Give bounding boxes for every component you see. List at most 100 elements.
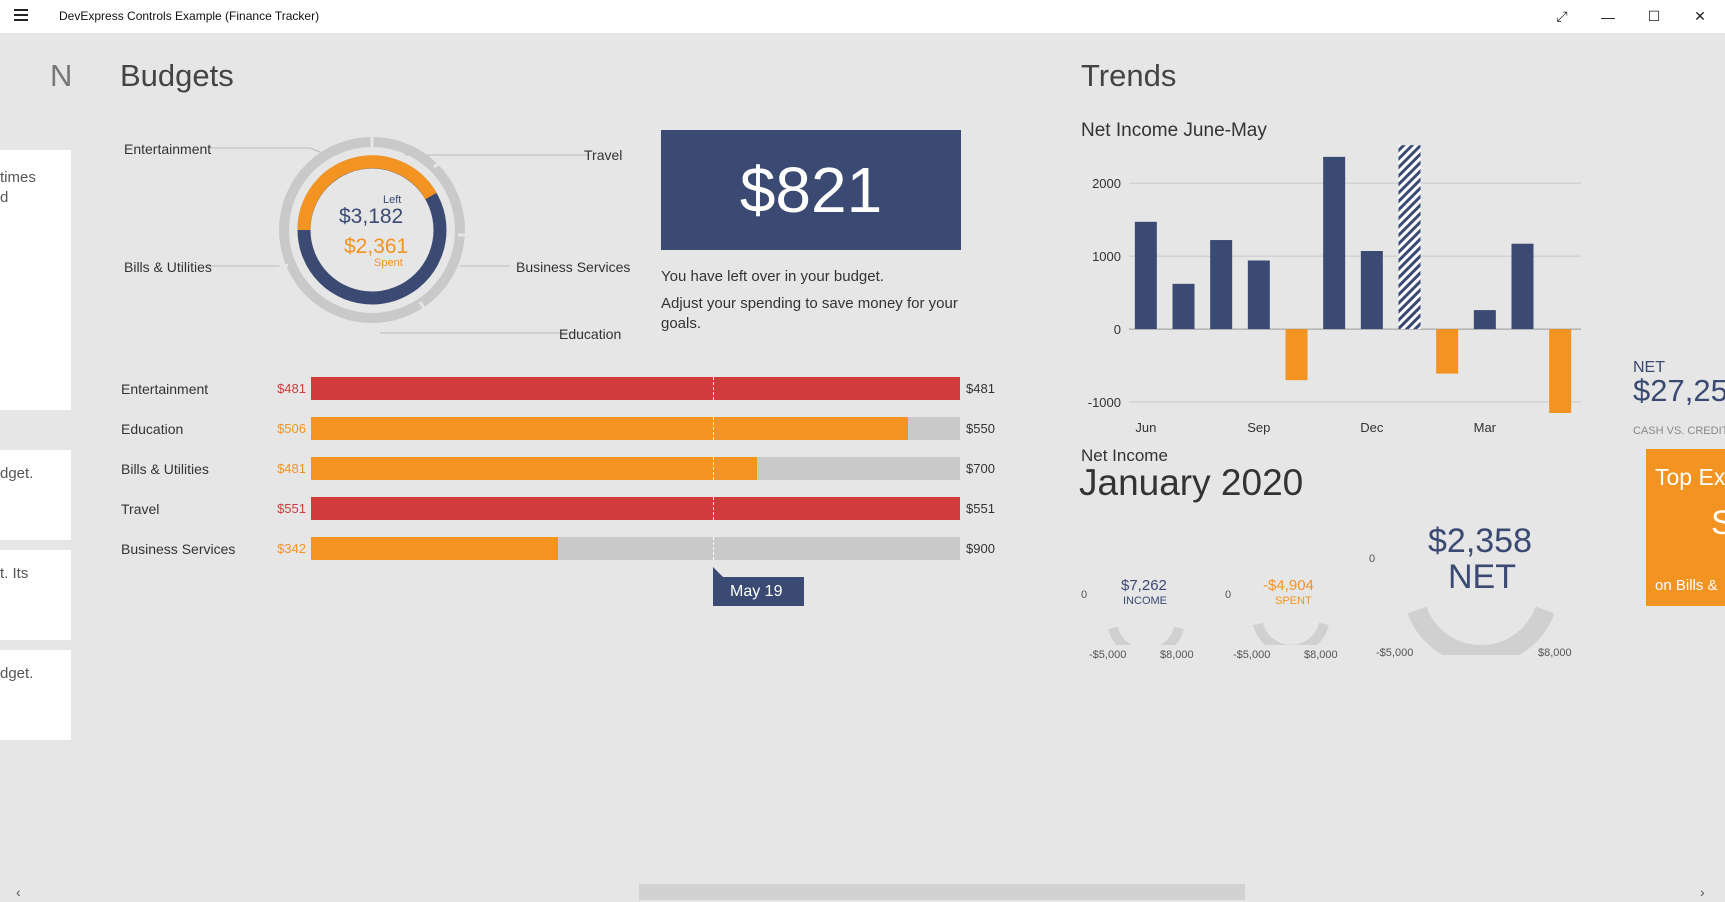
minimize-button[interactable]: — [1585, 0, 1631, 33]
net-gauge-min: -$5,000 [1376, 647, 1414, 659]
budget-bar-fill [311, 377, 960, 400]
leftover-line1: You have left over in your budget. [661, 268, 884, 285]
bar-apr[interactable] [1511, 243, 1534, 330]
budget-bar-limit: $551 [966, 501, 995, 516]
spent-label: SPENT [1275, 595, 1312, 607]
bar-dec[interactable] [1360, 251, 1383, 330]
left-panel-letter: N [50, 58, 73, 93]
today-line [713, 537, 715, 560]
bar-sep[interactable] [1247, 260, 1270, 330]
window-title: DevExpress Controls Example (Finance Tra… [59, 9, 320, 23]
trends-heading: Trends [1081, 58, 1177, 93]
bar-jun[interactable] [1134, 221, 1157, 330]
budget-bar-spent: $342 [277, 541, 306, 556]
scroll-left-icon[interactable]: ‹ [16, 884, 21, 900]
spent-gauge-zero: 0 [1225, 589, 1232, 601]
today-line [713, 457, 715, 480]
donut-spent-label: Spent [374, 257, 403, 269]
bar-mar[interactable] [1473, 310, 1496, 330]
y-tick-label: 0 [1114, 322, 1121, 337]
spent-value: -$4,904 [1263, 577, 1314, 594]
budget-bar-spent: $551 [277, 501, 306, 516]
donut-spent-value: $2,361 [344, 235, 409, 258]
leftover-line2: Adjust your spending to save money for y… [661, 295, 958, 332]
today-line [713, 497, 715, 520]
donut-callout-entertainment: Entertainment [124, 141, 212, 157]
budget-bar-label: Entertainment [121, 381, 209, 397]
left-card-2[interactable]: dget. [0, 450, 71, 540]
hamburger-menu-icon[interactable] [14, 9, 28, 21]
budget-bar-track [311, 537, 960, 560]
x-tick-label: Dec [1360, 420, 1384, 435]
top-expense-title: Top Ex [1655, 464, 1725, 490]
left-card-3-text: t. Its [0, 565, 29, 582]
leftover-summary-box: $821 [661, 130, 961, 250]
left-card-4[interactable]: dget. [0, 650, 71, 740]
left-card-4-text: dget. [0, 665, 34, 682]
donut-callout-education: Education [559, 326, 622, 342]
scroll-right-icon[interactable]: › [1700, 884, 1705, 900]
bar-jul[interactable] [1172, 283, 1195, 330]
budget-bar-track [311, 417, 960, 440]
budget-bar-limit: $550 [966, 421, 995, 436]
bar-oct[interactable] [1285, 329, 1308, 381]
today-marker: May 19 [713, 567, 804, 606]
bar-nov[interactable] [1323, 156, 1346, 330]
budget-bar-fill [311, 537, 558, 560]
donut-callout-bills: Bills & Utilities [124, 259, 212, 275]
net-gauge-zero: 0 [1369, 553, 1376, 565]
budget-bar-label: Bills & Utilities [121, 461, 209, 477]
budgets-heading: Budgets [120, 58, 234, 93]
budget-bar-fill [311, 417, 909, 440]
y-tick-label: -1000 [1088, 395, 1121, 410]
bar-aug[interactable] [1210, 240, 1233, 330]
income-value: $7,262 [1121, 577, 1167, 594]
x-tick-label: Sep [1247, 420, 1270, 435]
income-gauge-zero: 0 [1081, 589, 1088, 601]
top-expense-amount: S [1711, 504, 1725, 542]
budget-bar-track [311, 457, 960, 480]
x-tick-label: Mar [1474, 420, 1497, 435]
budget-bar-spent: $506 [277, 421, 306, 436]
budget-bar-spent: $481 [277, 381, 306, 396]
net-gauge-max: $8,000 [1538, 647, 1572, 659]
left-card-1-text: times d [0, 169, 36, 206]
today-line [713, 377, 715, 400]
budget-bar-fill [311, 457, 757, 480]
net-income-period: January 2020 [1079, 462, 1304, 503]
net-label: NET [1448, 558, 1516, 596]
left-card-3[interactable]: t. Its [0, 550, 71, 640]
spent-gauge-min: -$5,000 [1233, 649, 1271, 661]
donut-callout-business: Business Services [516, 259, 631, 275]
top-expense-sub: on Bills & [1655, 577, 1718, 594]
right-net-value: $27,25 [1633, 373, 1725, 408]
maximize-button[interactable]: ☐ [1631, 0, 1677, 33]
leftover-amount: $821 [739, 154, 883, 226]
donut-callout-travel: Travel [584, 147, 623, 163]
left-card-2-text: dget. [0, 465, 34, 482]
budget-bar-spent: $481 [277, 461, 306, 476]
budget-bar-limit: $700 [966, 461, 995, 476]
bar-may[interactable] [1549, 329, 1572, 413]
budget-bar-label: Education [121, 421, 184, 437]
budget-bar-fill [311, 497, 960, 520]
bar-feb[interactable] [1436, 329, 1459, 374]
donut-left-value: $3,182 [339, 205, 404, 228]
left-card-1[interactable]: times d [0, 150, 71, 410]
budget-bar-track [311, 497, 960, 520]
bar-jan[interactable] [1398, 145, 1421, 330]
cash-vs-credit-label: CASH VS. CREDIT [1633, 425, 1725, 437]
scrollbar-thumb[interactable] [639, 884, 1245, 900]
spent-gauge-max: $8,000 [1304, 649, 1338, 661]
net-value: $2,358 [1428, 522, 1532, 560]
income-label: INCOME [1123, 595, 1167, 607]
budget-bar-limit: $900 [966, 541, 995, 556]
horizontal-scrollbar[interactable]: ‹ › [0, 884, 1725, 902]
today-line [713, 417, 715, 440]
net-income-bar-chart[interactable]: -1000 0 1000 2000 Jun Sep Dec Mar [1081, 135, 1601, 450]
top-expense-tile[interactable]: Top Ex S on Bills & [1646, 449, 1725, 606]
income-gauge-min: -$5,000 [1089, 649, 1127, 661]
close-button[interactable]: ✕ [1677, 0, 1723, 33]
fullscreen-icon[interactable]: ⤢ [1539, 0, 1585, 33]
title-bar: DevExpress Controls Example (Finance Tra… [0, 0, 1725, 33]
